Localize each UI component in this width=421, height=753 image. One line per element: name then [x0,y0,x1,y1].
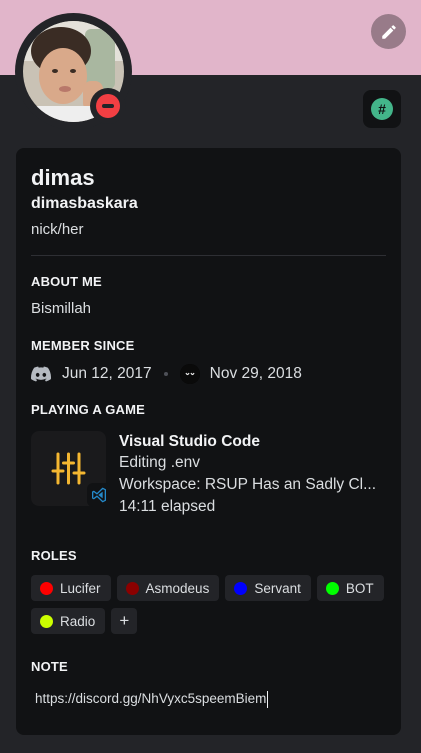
role-pill[interactable]: BOT [316,575,384,601]
activity-name: Visual Studio Code [119,433,260,450]
display-name: dimas [31,165,95,190]
profile-card: dimas dimasbaskara nick/her ABOUT ME Bis… [16,148,401,735]
activity-state: Workspace: RSUP Has an Sadly Cl... [119,476,376,493]
server-icon [179,364,200,384]
role-pill[interactable]: Servant [225,575,311,601]
vscode-icon [87,483,111,507]
role-label: Radio [60,613,96,629]
separator-dot [163,372,168,376]
about-me-heading: ABOUT ME [31,274,102,289]
role-color-dot [40,581,53,595]
member-since-heading: MEMBER SINCE [31,338,135,353]
roles-list: Lucifer Asmodeus Servant BOT Radio + [31,575,391,641]
roles-heading: ROLES [31,548,77,563]
dnd-status-icon [96,94,120,118]
discord-logo-icon [31,366,51,382]
activity-elapsed: 14:11 elapsed [119,498,216,515]
username[interactable]: dimasbaskara [31,193,386,215]
role-color-dot [325,581,339,595]
hashtag-icon: # [371,98,393,120]
role-color-dot [40,614,53,628]
role-label: Servant [254,580,301,596]
role-label: Lucifer [60,580,101,596]
member-since-row: Jun 12, 2017 Nov 29, 2018 [31,364,386,384]
note-heading: NOTE [31,659,68,674]
add-role-button[interactable]: + [111,608,138,634]
role-pill[interactable]: Asmodeus [116,575,220,601]
server-tag-badge[interactable]: # [363,90,401,128]
playing-heading: PLAYING A GAME [31,402,146,417]
note-input[interactable]: https://discord.gg/NhVyxc5speemBiem [35,688,375,710]
role-label: BOT [345,580,374,596]
activity-card: Visual Studio Code Editing .env Workspac… [31,431,386,518]
text-caret [267,690,269,708]
role-label: Asmodeus [145,580,210,596]
activity-large-image [31,431,111,507]
note-text: https://discord.gg/NhVyxc5speemBiem [35,691,267,706]
divider [31,255,386,256]
pronouns: nick/her [31,221,84,238]
role-color-dot [125,581,139,595]
role-color-dot [234,581,248,595]
about-me-text: Bismillah [31,300,92,317]
edit-profile-button[interactable] [371,14,406,49]
role-pill[interactable]: Lucifer [31,575,111,601]
activity-details: Editing .env [119,454,200,471]
discord-join-date: Jun 12, 2017 [62,365,152,382]
role-pill[interactable]: Radio [31,608,106,634]
pencil-icon [381,24,396,39]
server-join-date: Nov 29, 2018 [209,365,302,382]
